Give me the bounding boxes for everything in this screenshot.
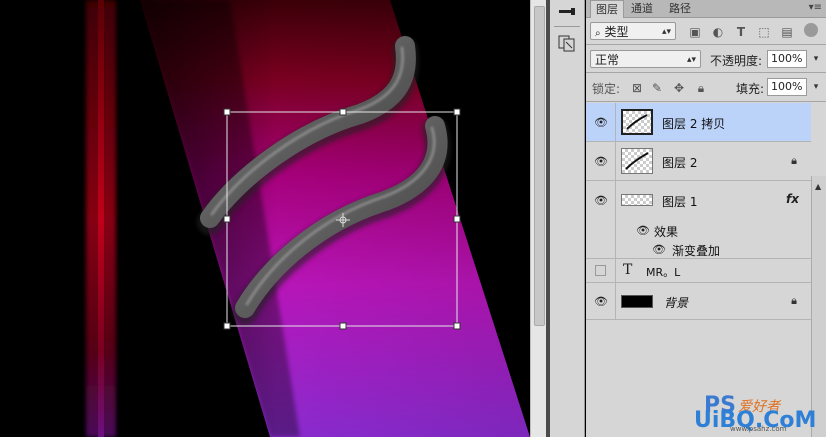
filter-row: ⌕ 类型 ▴▾ ▣ ◐ T ⬚ ▤ (586, 20, 826, 42)
visibility-eye-icon[interactable]: 👁︎ (594, 194, 608, 207)
transform-handle[interactable] (339, 322, 347, 330)
layer-name[interactable]: 图层 2 (662, 154, 697, 171)
layer-name[interactable]: 背景 (664, 294, 688, 311)
layer-row-text[interactable]: T MR。L (586, 259, 811, 283)
tab-layers[interactable]: 图层 (590, 0, 624, 18)
layer-thumbnail[interactable] (621, 194, 653, 206)
lock-transparent-icon[interactable]: ⊠ (630, 81, 644, 95)
tab-paths[interactable]: 路径 (664, 0, 696, 17)
layers-scrollbar[interactable]: ▲ (811, 176, 826, 437)
filter-type-label: 类型 (604, 25, 629, 39)
effect-visibility-eye-icon[interactable]: 👁︎ (652, 243, 666, 256)
visibility-eye-icon[interactable]: 👁︎ (594, 116, 608, 129)
divider (615, 259, 616, 282)
collapsed-panel-strip (550, 0, 585, 437)
canvas-artwork (86, 0, 530, 437)
transform-handle[interactable] (453, 108, 461, 116)
layer-thumbnail[interactable] (621, 109, 653, 135)
opacity-label: 不透明度: (710, 54, 763, 68)
layer-name[interactable]: 图层 2 拷贝 (662, 115, 725, 132)
divider (586, 101, 826, 102)
scroll-up-icon[interactable]: ▲ (815, 182, 821, 191)
layer-name[interactable]: MR。L (646, 264, 680, 280)
scrollbar-thumb[interactable] (534, 6, 545, 326)
transform-handle[interactable] (223, 322, 231, 330)
divider (615, 220, 616, 240)
fill-input[interactable]: 100% (767, 78, 807, 96)
clone-source-icon[interactable] (556, 32, 578, 54)
image-filter-icon[interactable]: ▣ (688, 25, 702, 39)
lock-row: 锁定: ⊠ ✎ ✥ 🔒︎ 填充: 100% ▾ (586, 76, 826, 98)
transform-handle[interactable] (339, 108, 347, 116)
layers-list: 👁︎ 图层 2 拷贝 👁︎ 图层 2 🔒︎ 👁︎ 图层 1 fx 👁︎ 效果 👁… (586, 103, 811, 437)
divider (615, 142, 616, 180)
blend-row: 正常 ▴▾ 不透明度: 100% ▾ (586, 48, 826, 70)
layer-row-layer1[interactable]: 👁︎ 图层 1 fx (586, 181, 811, 220)
opacity-dropdown-icon[interactable]: ▾ (809, 50, 823, 68)
fill-dropdown-icon[interactable]: ▾ (809, 78, 823, 96)
tab-channels[interactable]: 通道 (626, 0, 658, 17)
panel-menu-icon[interactable]: ▾≡ (809, 0, 822, 16)
filter-toggle-icon[interactable] (804, 23, 818, 37)
brush-preset-icon[interactable] (556, 0, 578, 22)
effects-label: 效果 (654, 225, 679, 239)
strip-divider (554, 26, 580, 27)
transform-handle[interactable] (453, 215, 461, 223)
lock-icon: 🔒︎ (791, 154, 797, 167)
filter-type-select[interactable]: ⌕ 类型 ▴▾ (590, 22, 676, 40)
visibility-toggle-off[interactable] (595, 265, 606, 276)
divider (586, 44, 826, 45)
visibility-eye-icon[interactable]: 👁︎ (594, 155, 608, 168)
lock-position-icon[interactable]: ✥ (672, 81, 686, 95)
visibility-eye-icon[interactable]: 👁︎ (594, 295, 608, 308)
layer-thumbnail[interactable] (621, 295, 653, 308)
chevron-down-icon: ▴▾ (686, 55, 696, 65)
divider (615, 103, 616, 141)
chevron-down-icon: ▴▾ (661, 27, 671, 37)
text-layer-icon: T (623, 262, 633, 278)
effects-row[interactable]: 👁︎ 效果 (586, 220, 811, 240)
effects-visibility-eye-icon[interactable]: 👁︎ (636, 224, 650, 237)
divider (615, 283, 616, 319)
effect-gradient-overlay-row[interactable]: 👁︎ 渐变叠加 (586, 240, 811, 259)
transform-handle[interactable] (453, 322, 461, 330)
divider (615, 181, 616, 220)
fx-icon[interactable]: fx (786, 192, 799, 206)
document-canvas[interactable] (0, 0, 530, 437)
effect-name: 渐变叠加 (672, 244, 721, 258)
lock-pixels-icon[interactable]: ✎ (650, 81, 664, 95)
search-icon: ⌕ (595, 28, 601, 39)
blend-mode-value: 正常 (595, 53, 620, 67)
thin-red-line (98, 0, 104, 437)
transform-handle[interactable] (223, 108, 231, 116)
panel-tab-bar: 图层 通道 路径 ▾≡ (586, 0, 826, 18)
adjustment-filter-icon[interactable]: ◐ (711, 25, 725, 39)
divider (586, 72, 826, 73)
shape-filter-icon[interactable]: ⬚ (757, 25, 771, 39)
layer-name[interactable]: 图层 1 (662, 193, 697, 210)
layer-row-layer2-copy[interactable]: 👁︎ 图层 2 拷贝 (586, 103, 811, 142)
layers-panel: 图层 通道 路径 ▾≡ ⌕ 类型 ▴▾ ▣ ◐ T ⬚ ▤ 正常 ▴▾ 不透明度… (586, 0, 826, 437)
blend-mode-select[interactable]: 正常 ▴▾ (590, 50, 701, 68)
lock-all-icon[interactable]: 🔒︎ (694, 81, 708, 95)
smart-object-filter-icon[interactable]: ▤ (780, 25, 794, 39)
layer-row-layer2[interactable]: 👁︎ 图层 2 🔒︎ (586, 142, 811, 181)
transform-handle[interactable] (223, 215, 231, 223)
fill-label: 填充: (736, 82, 765, 96)
lock-icon: 🔒︎ (791, 294, 797, 307)
lock-label: 锁定: (592, 82, 621, 96)
divider (615, 240, 616, 258)
canvas-vertical-scrollbar[interactable] (530, 0, 546, 437)
layer-thumbnail[interactable] (621, 148, 653, 174)
layer-row-background[interactable]: 👁︎ 背景 🔒︎ (586, 283, 811, 320)
watermark-url: www.psahz.com (730, 425, 787, 433)
opacity-input[interactable]: 100% (767, 50, 807, 68)
type-filter-icon[interactable]: T (734, 25, 748, 39)
